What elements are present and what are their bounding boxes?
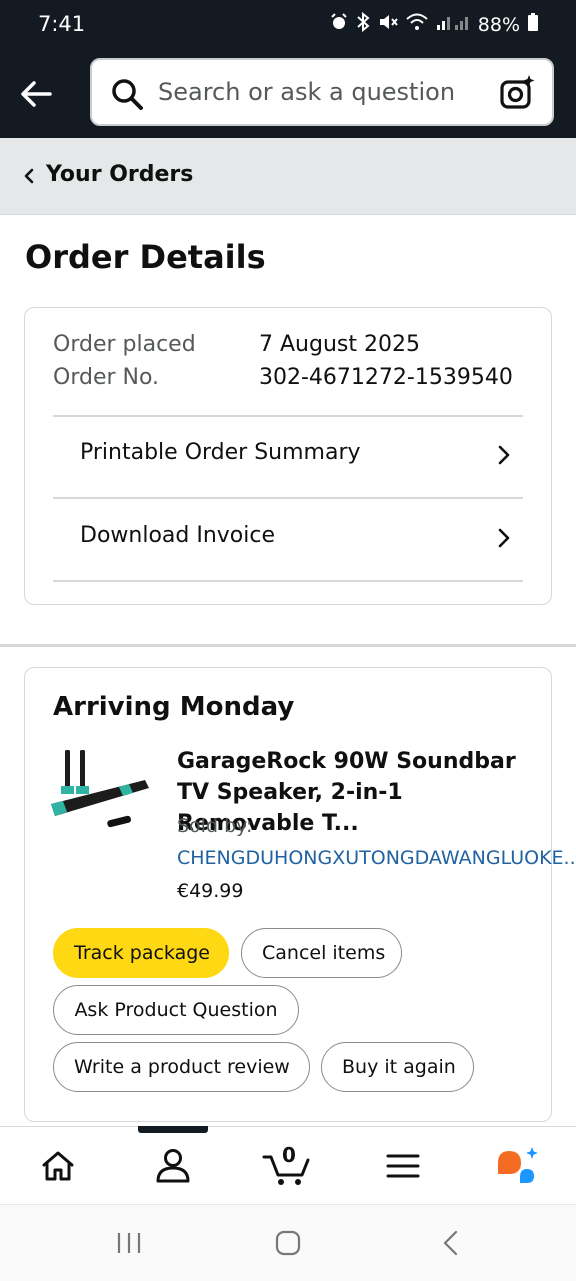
menu-icon[interactable] (378, 1141, 428, 1191)
write-review-button[interactable]: Write a product review (53, 1042, 310, 1092)
chevron-right-icon (497, 527, 511, 549)
breadcrumb-your-orders[interactable]: Your Orders (46, 162, 193, 187)
ask-product-question-button[interactable]: Ask Product Question (53, 985, 299, 1035)
chevron-right-icon (497, 444, 511, 466)
cancel-items-button[interactable]: Cancel items (241, 928, 402, 978)
back-arrow-icon[interactable] (16, 74, 56, 114)
chevron-left-icon (22, 167, 36, 185)
wifi-icon (406, 13, 428, 36)
status-bar: 7:41 88% (0, 0, 576, 52)
battery-icon (528, 13, 538, 36)
download-invoice-label: Download Invoice (80, 523, 276, 548)
alarm-icon (330, 13, 348, 36)
order-number-value: 302-4671272-1539540 (259, 365, 513, 390)
order-number-label: Order No. (53, 365, 160, 390)
battery-level: 88% (477, 13, 520, 36)
home-button-icon[interactable] (274, 1229, 302, 1257)
system-back-icon[interactable] (438, 1229, 466, 1257)
product-price: €49.99 (177, 880, 244, 902)
page-title: Order Details (25, 238, 266, 276)
search-bar[interactable] (90, 58, 554, 126)
order-info-card: Order placed 7 August 2025 Order No. 302… (24, 307, 552, 605)
download-invoice-link[interactable]: Download Invoice (53, 499, 523, 579)
search-icon (110, 77, 144, 111)
system-navigation-bar (0, 1204, 576, 1281)
shipment-card: Arriving Monday GarageRock 90W Soundbar … (24, 667, 576, 1122)
signal-icon (436, 13, 470, 36)
search-header (0, 52, 576, 138)
bluetooth-icon (356, 11, 370, 37)
cart-count-badge: 0 (282, 1143, 296, 1167)
search-input[interactable] (158, 73, 478, 111)
seller-link[interactable]: CHENGDUHONGXUTONGDAWANGLUOKE... (177, 847, 576, 869)
cart-icon[interactable]: 0 (262, 1141, 312, 1191)
status-time: 7:41 (38, 12, 86, 36)
active-tab-indicator (138, 1126, 208, 1133)
buy-it-again-button[interactable]: Buy it again (321, 1042, 474, 1092)
camera-search-icon[interactable] (500, 74, 536, 110)
order-placed-value: 7 August 2025 (259, 332, 420, 357)
account-icon[interactable] (148, 1141, 198, 1191)
status-icons: 88% (330, 11, 538, 37)
mute-icon (378, 13, 398, 36)
recent-apps-icon[interactable] (115, 1229, 143, 1257)
section-separator (0, 644, 576, 647)
product-image[interactable] (49, 746, 157, 834)
delivery-status: Arriving Monday (53, 692, 295, 722)
printable-order-summary-label: Printable Order Summary (80, 440, 361, 465)
sold-by-label: Sold by: (177, 815, 253, 837)
bottom-navigation: 0 (0, 1126, 576, 1205)
printable-order-summary-link[interactable]: Printable Order Summary (53, 416, 523, 496)
track-package-button[interactable]: Track package (53, 928, 229, 978)
rufus-assistant-icon[interactable] (494, 1141, 544, 1191)
home-icon[interactable] (33, 1141, 83, 1191)
order-placed-label: Order placed (53, 332, 196, 357)
divider (53, 580, 523, 582)
breadcrumb[interactable]: Your Orders (0, 138, 576, 215)
